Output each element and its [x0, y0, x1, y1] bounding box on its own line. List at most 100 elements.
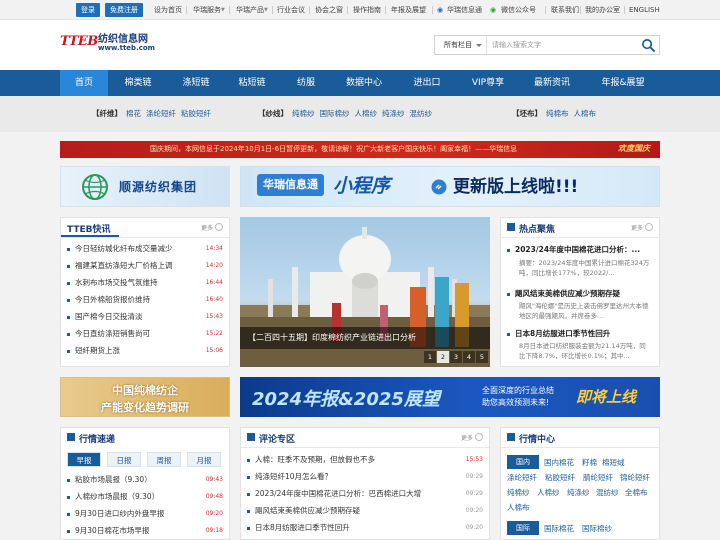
market-link[interactable]: 粘胶短纤 — [545, 472, 575, 483]
topbar-link-association[interactable]: 协会之窗 — [315, 0, 343, 20]
cotton-survey-banner[interactable]: 中国纯棉纺企 产能变化趋势调研 — [60, 377, 230, 417]
market-link[interactable]: 国际棉花 — [544, 523, 574, 534]
list-item[interactable]: 9月30日进口纱内外盘早报 09:20 — [67, 505, 223, 522]
slide-page-1[interactable]: 1 — [424, 351, 436, 363]
topbar-link-annual-report[interactable]: 年报及展望 — [391, 0, 426, 20]
list-item[interactable]: 2023/24年度中国棉花进口分析：巴西棉进口大增 09:29 — [247, 485, 483, 502]
market-link[interactable]: 腈纶短纤 — [583, 472, 613, 483]
search-input[interactable] — [488, 37, 628, 53]
market-link[interactable]: 混纺纱 — [596, 487, 619, 498]
site-logo[interactable]: TTEB — [60, 34, 98, 49]
panel-title: 热点聚焦 — [519, 225, 556, 235]
list-item[interactable]: 短纤期货上涨 15:06 — [67, 342, 223, 359]
annual-report-banner[interactable]: 2024年报&2025展望 全面深度的行业总结 助您高效预测未来! 即将上线 — [240, 377, 660, 417]
market-link[interactable]: 人棉纱 — [537, 487, 560, 498]
market-link[interactable]: 人棉布 — [507, 502, 530, 513]
slide-page-2[interactable]: 2 — [437, 351, 449, 363]
mini-banner-brand: 华瑞信息通 — [257, 174, 324, 196]
search-box: 所有栏目 — [434, 35, 660, 55]
shunyuan-name: 顺源纺织集团 — [119, 180, 198, 194]
list-item[interactable]: 人棉纱市场晨报（9.30） 09:48 — [67, 488, 223, 505]
subnav-link[interactable]: 人棉纱 — [355, 109, 378, 118]
topbar-link-homepage[interactable]: 设为首页 — [154, 0, 182, 20]
more-link[interactable]: 更多 — [461, 433, 484, 442]
tab-daily[interactable]: 日报 — [107, 452, 141, 467]
market-link[interactable]: 国内棉花 — [544, 457, 574, 468]
list-item[interactable]: 飓风结束美棉供应减少预期存疑 09:20 — [247, 502, 483, 519]
subnav-link[interactable]: 国际棉纱 — [320, 109, 350, 118]
notice-badge: 欢度国庆 — [618, 144, 650, 153]
market-link[interactable]: 籽棉 — [582, 457, 597, 468]
market-link[interactable]: 锦纶短纤 — [620, 472, 650, 483]
list-item[interactable]: 今日外棉船货报价维持 16:40 — [67, 291, 223, 308]
search-category-select[interactable]: 所有栏目 — [435, 36, 487, 54]
mini-program-banner[interactable]: 华瑞信息通 小程序 更新版上线啦!!! — [240, 166, 660, 207]
nav-polyester-chain[interactable]: 涤短链 — [172, 70, 220, 96]
globe-logo-icon — [82, 174, 108, 200]
hotspot-headline[interactable]: 飓风结束美棉供应减少预期存疑 — [507, 288, 620, 299]
nav-viscose-chain[interactable]: 粘短链 — [228, 70, 276, 96]
nav-latest-news[interactable]: 最新资讯 — [526, 70, 578, 96]
list-item[interactable]: 今日轻纺城化纤布成交量减少 14:34 — [67, 240, 223, 257]
topbar-link-office[interactable]: 我的办公室 — [585, 0, 620, 20]
market-link[interactable]: 国际棉纱 — [582, 523, 612, 534]
topbar-link-contact[interactable]: 联系我们 — [551, 0, 579, 20]
nav-import-export[interactable]: 进出口 — [403, 70, 451, 96]
featured-slideshow[interactable]: 【二百四十五期】印度棉纺织产业链进出口分析 12345 — [240, 217, 490, 367]
hotspot-headline[interactable]: 2023/24年度中国棉花进口分析：... — [507, 244, 640, 255]
nav-home[interactable]: 首页 — [60, 70, 108, 96]
list-item[interactable]: 水刺布市场交投气氛维持 16:44 — [67, 274, 223, 291]
topbar-link-english[interactable]: ENGLISH — [629, 0, 660, 20]
topbar-link-services[interactable]: 华瑞服务 — [193, 0, 221, 20]
more-link[interactable]: 更多 — [631, 223, 654, 232]
topbar-link-app[interactable]: 华瑞信息通 — [447, 0, 482, 20]
nav-vip[interactable]: VIP尊享 — [461, 70, 515, 96]
market-link[interactable]: 全棉布 — [625, 487, 648, 498]
tab-weekly[interactable]: 周报 — [147, 452, 181, 467]
register-button[interactable]: 免费注册 — [105, 3, 143, 17]
search-icon[interactable] — [641, 38, 656, 53]
list-item[interactable]: 福建某直纺涤短大厂价格上调 14:20 — [67, 257, 223, 274]
subnav-link[interactable]: 涤纶短纤 — [146, 109, 176, 118]
subnav-link[interactable]: 混纺纱 — [410, 109, 433, 118]
market-link[interactable]: 纯涤纱 — [567, 487, 590, 498]
slide-page-5[interactable]: 5 — [476, 351, 488, 363]
more-link[interactable]: 更多 — [201, 223, 224, 232]
shunyuan-ad-banner[interactable]: 顺源纺织集团 — [60, 166, 230, 207]
login-button[interactable]: 登录 — [76, 3, 100, 17]
tab-morning[interactable]: 早报 — [67, 452, 101, 467]
subnav-group-title: 【纱线】 — [258, 109, 288, 118]
list-item[interactable]: 9月30日棉花市场早报 09:18 — [67, 522, 223, 539]
market-link[interactable]: 棉短绒 — [602, 457, 625, 468]
logo-url: www.tteb.com — [98, 44, 155, 52]
tab-monthly[interactable]: 月报 — [187, 452, 221, 467]
subnav-link[interactable]: 纯棉布 — [546, 109, 569, 118]
market-link[interactable]: 涤纶短纤 — [507, 472, 537, 483]
topbar-link-conference[interactable]: 行业会议 — [277, 0, 305, 20]
slide-page-3[interactable]: 3 — [450, 351, 462, 363]
list-item[interactable]: 日本8月纺服进口季节性回升 09:20 — [247, 519, 483, 536]
list-item[interactable]: 人棉：旺季不及预期，但放假也不多 15:53 — [247, 451, 483, 468]
market-link[interactable]: 纯棉纱 — [507, 487, 530, 498]
nav-data-center[interactable]: 数据中心 — [338, 70, 390, 96]
list-item[interactable]: 纯涤短纤10月怎么看？ 09:29 — [247, 468, 483, 485]
subnav-link[interactable]: 棉花 — [126, 109, 141, 118]
nav-apparel[interactable]: 纺服 — [284, 70, 328, 96]
topbar-link-guide[interactable]: 操作指南 — [353, 0, 381, 20]
list-item[interactable]: 今日直纺涤短销售尚可 15:22 — [67, 325, 223, 342]
holiday-notice-banner[interactable]: 国庆期间，本网信息于2024年10月1日-6日暂停更新，敬请谅解！祝广大新老客户… — [60, 141, 660, 158]
subnav-link[interactable]: 纯棉纱 — [292, 109, 315, 118]
topbar-link-wechat[interactable]: 微信公众号 — [501, 0, 536, 20]
market-intl-label: 国际 — [507, 521, 539, 535]
subnav-link[interactable]: 纯涤纱 — [382, 109, 405, 118]
subnav-link[interactable]: 粘胶短纤 — [181, 109, 211, 118]
list-item[interactable]: 国产棉今日交投清淡 15:43 — [67, 308, 223, 325]
topbar-link-products[interactable]: 华瑞产品 — [236, 0, 264, 20]
subnav-link[interactable]: 人棉布 — [574, 109, 597, 118]
slide-page-4[interactable]: 4 — [463, 351, 475, 363]
nav-annual-report[interactable]: 年报&展望 — [593, 70, 653, 96]
hotspot-headline[interactable]: 日本8月纺服进口季节性回升 — [507, 328, 610, 339]
nav-cotton-chain[interactable]: 棉类链 — [114, 70, 162, 96]
list-item[interactable]: 粘胶市场晨报（9.30） 09:43 — [67, 471, 223, 488]
slide-caption[interactable]: 【二百四十五期】印度棉纺织产业链进出口分析 — [240, 327, 490, 349]
